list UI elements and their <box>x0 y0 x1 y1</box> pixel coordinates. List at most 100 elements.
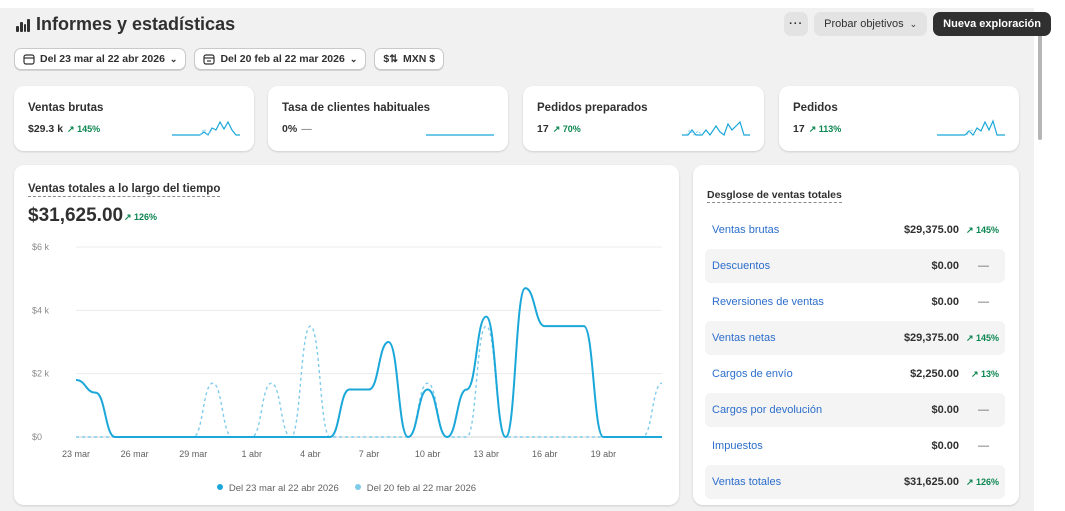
x-tick-label: 29 mar <box>179 449 207 459</box>
y-tick-label: $0 <box>32 432 42 442</box>
currency-label: MXN $ <box>403 53 436 65</box>
x-tick-label: 13 abr <box>473 449 499 459</box>
sales-over-time-card: Ventas totales a lo largo del tiempo $31… <box>14 165 679 505</box>
calendar-icon <box>23 54 35 65</box>
chart-bars-icon <box>16 18 30 32</box>
breakdown-label-link[interactable]: Ventas brutas <box>712 224 779 236</box>
breakdown-row[interactable]: Descuentos $0.00 — <box>705 249 1005 283</box>
breakdown-row[interactable]: Ventas netas $29,375.00 ↗ 145% <box>705 321 1005 355</box>
chart-legend: Del 23 mar al 22 abr 2026 Del 20 feb al … <box>14 483 679 494</box>
currency-selector[interactable]: $⇅ MXN $ <box>374 48 445 70</box>
kpi-card-orders[interactable]: Pedidos 17 ↗ 113% <box>779 86 1019 151</box>
chevron-down-icon: ⌄ <box>909 18 918 29</box>
breakdown-value: $0.00 <box>931 404 959 416</box>
kpi-card-gross-sales[interactable]: Ventas brutas $29.3 k ↗ 145% <box>14 86 254 151</box>
kpi-value: 17 <box>537 123 549 135</box>
kpi-change: ↗ 70% <box>552 123 581 134</box>
kpi-card-returning-customers[interactable]: Tasa de clientes habituales 0% — <box>268 86 508 151</box>
kpi-value-row: 17 ↗ 70% <box>537 123 581 135</box>
breakdown-label-link[interactable]: Cargos de envío <box>712 368 793 380</box>
y-tick-label: $4 k <box>32 305 50 315</box>
new-exploration-button[interactable]: Nueva exploración <box>933 12 1051 36</box>
kpi-value: 17 <box>793 123 805 135</box>
breakdown-value: $0.00 <box>931 440 959 452</box>
kpi-card-fulfilled-orders[interactable]: Pedidos preparados 17 ↗ 70% <box>523 86 764 151</box>
kpi-title: Tasa de clientes habituales <box>282 102 431 114</box>
legend-item-current[interactable]: Del 23 mar al 22 abr 2026 <box>216 483 339 494</box>
kpi-value-row: $29.3 k ↗ 145% <box>28 123 100 135</box>
y-tick-label: $2 k <box>32 369 50 379</box>
legend-dot <box>216 484 223 490</box>
header-actions: ··· Probar objetivos ⌄ Nueva exploración <box>784 12 1051 36</box>
breakdown-row[interactable]: Ventas brutas $29,375.00 ↗ 145% <box>705 213 1005 247</box>
breakdown-row[interactable]: Impuestos $0.00 — <box>705 429 1005 463</box>
chart-title[interactable]: Ventas totales a lo largo del tiempo <box>28 183 221 197</box>
chevron-down-icon: ⌄ <box>169 53 178 64</box>
kpi-change: ↗ 145% <box>67 123 101 134</box>
currency-swap-icon: $⇅ <box>383 53 398 65</box>
x-tick-label: 7 abr <box>359 449 380 459</box>
breakdown-change: — <box>978 440 989 452</box>
page-title: Informes y estadísticas <box>36 14 236 34</box>
breakdown-value: $31,625.00 <box>903 476 959 488</box>
breakdown-label-link[interactable]: Cargos por devolución <box>712 404 822 416</box>
breakdown-row[interactable]: Cargos por devolución $0.00 — <box>705 393 1005 427</box>
breakdown-row[interactable]: Cargos de envío $2,250.00 ↗ 13% <box>705 357 1005 391</box>
kpi-change: ↗ 113% <box>808 123 842 134</box>
date-range-picker[interactable]: Del 23 mar al 22 abr 2026 ⌄ <box>14 48 187 70</box>
breakdown-change: ↗ 13% <box>970 368 999 379</box>
breakdown-label-link[interactable]: Impuestos <box>712 440 763 452</box>
kpi-title: Ventas brutas <box>28 102 104 114</box>
kpi-value: 0% <box>282 123 298 135</box>
kpi-value-row: 0% — <box>282 123 312 135</box>
legend-dot <box>354 484 361 490</box>
kpi-change: — <box>301 123 312 135</box>
breakdown-row[interactable]: Ventas totales $31,625.00 ↗ 126% <box>705 465 1005 499</box>
kpi-sparkline <box>682 120 750 137</box>
more-actions-button[interactable]: ··· <box>784 12 809 36</box>
breakdown-row[interactable]: Reversiones de ventas $0.00 — <box>705 285 1005 319</box>
x-tick-label: 4 abr <box>300 449 321 459</box>
x-tick-label: 1 abr <box>242 449 263 459</box>
kpi-title: Pedidos <box>793 102 838 114</box>
breakdown-change: — <box>978 404 989 416</box>
compare-range-label: Del 20 feb al 22 mar 2026 <box>220 53 345 65</box>
breakdown-change: — <box>978 296 989 308</box>
try-goals-button[interactable]: Probar objetivos ⌄ <box>814 12 928 36</box>
try-goals-label: Probar objetivos <box>824 18 904 30</box>
breakdown-label-link[interactable]: Ventas totales <box>712 476 781 488</box>
page-header: Informes y estadísticas <box>16 14 235 35</box>
legend-item-compare[interactable]: Del 20 feb al 22 mar 2026 <box>354 483 477 494</box>
chart-total-change: ↗ 126% <box>124 212 158 222</box>
y-tick-label: $6 k <box>32 242 50 252</box>
x-tick-label: 19 abr <box>591 449 617 459</box>
date-range-label: Del 23 mar al 22 abr 2026 <box>40 53 165 65</box>
breakdown-value: $2,250.00 <box>910 368 959 380</box>
compare-range-picker[interactable]: Del 20 feb al 22 mar 2026 ⌄ <box>194 48 367 70</box>
breakdown-value: $0.00 <box>931 260 959 272</box>
kpi-sparkline <box>172 120 240 136</box>
series-line-compare[interactable] <box>75 325 663 438</box>
breakdown-change: — <box>978 260 989 272</box>
breakdown-value: $0.00 <box>931 296 959 308</box>
breakdown-label-link[interactable]: Ventas netas <box>712 332 776 344</box>
breakdown-value: $29,375.00 <box>903 224 959 236</box>
breakdown-change: ↗ 145% <box>965 332 999 343</box>
x-tick-label: 10 abr <box>415 449 441 459</box>
kpi-value-row: 17 ↗ 113% <box>793 123 841 135</box>
legend-label: Del 23 mar al 22 abr 2026 <box>228 483 339 494</box>
kpi-sparkline <box>937 119 1005 136</box>
sales-breakdown-card: Desglose de ventas totales Ventas brutas… <box>693 165 1019 505</box>
breakdown-label-link[interactable]: Descuentos <box>712 260 770 272</box>
breakdown-change: ↗ 126% <box>965 476 999 487</box>
kpi-sparkline <box>426 134 494 136</box>
legend-label: Del 20 feb al 22 mar 2026 <box>366 483 477 494</box>
x-tick-label: 16 abr <box>532 449 558 459</box>
breakdown-title[interactable]: Desglose de ventas totales <box>707 189 842 203</box>
sales-line-chart[interactable]: $0 $2 k $4 k $6 k 23 mar 26 mar 29 mar 1 abr 4 a… <box>14 235 679 475</box>
x-tick-label: 26 mar <box>121 449 149 459</box>
breakdown-label-link[interactable]: Reversiones de ventas <box>712 296 824 308</box>
x-tick-label: 23 mar <box>62 449 90 459</box>
filter-bar: Del 23 mar al 22 abr 2026 ⌄ Del 20 feb a… <box>14 48 445 70</box>
breakdown-change: ↗ 145% <box>965 224 999 235</box>
